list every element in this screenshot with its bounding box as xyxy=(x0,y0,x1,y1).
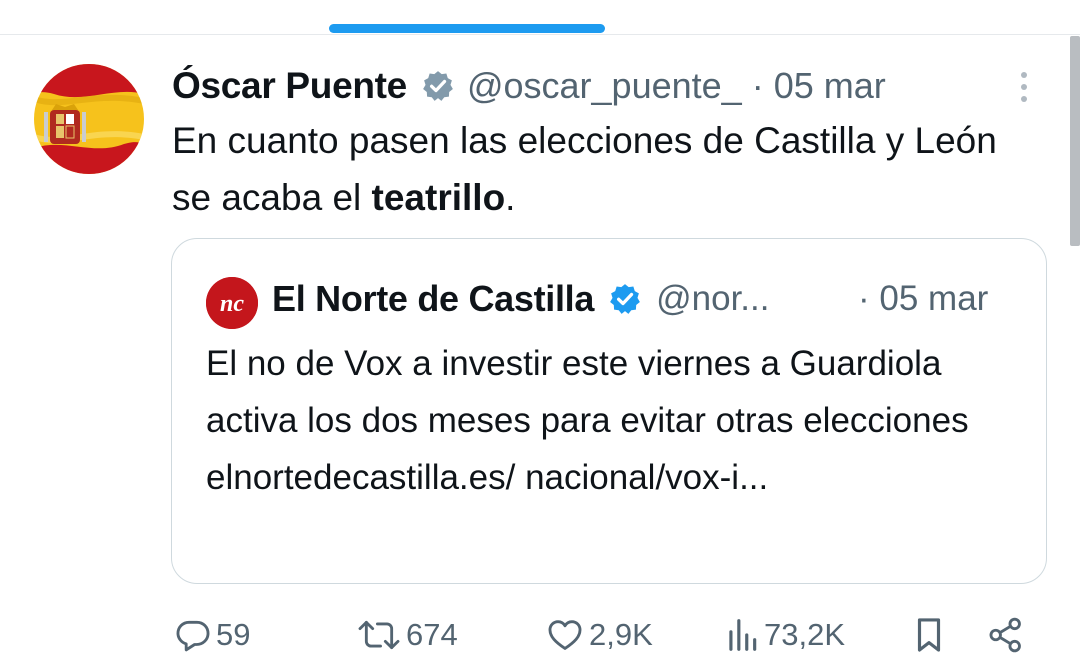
bookmark-icon xyxy=(912,616,946,654)
like-count: 2,9K xyxy=(589,617,653,652)
top-tab-indicator xyxy=(329,24,605,33)
more-icon[interactable] xyxy=(1016,70,1032,106)
tweet-text: En cuanto pasen las elecciones de Castil… xyxy=(172,112,1032,226)
retweet-icon xyxy=(356,616,402,654)
retweet-button[interactable]: 674 xyxy=(356,610,458,660)
quote-author-name[interactable]: El Norte de Castilla xyxy=(272,278,594,320)
verified-icon xyxy=(421,69,455,103)
verified-icon xyxy=(608,282,642,316)
like-button[interactable]: 2,9K xyxy=(545,610,653,660)
avatar[interactable] xyxy=(34,64,144,174)
quote-date[interactable]: · 05 mar xyxy=(858,273,988,325)
quote-author-handle[interactable]: @nor... xyxy=(656,279,769,319)
tweet-date[interactable]: 05 mar xyxy=(774,65,886,107)
views-button[interactable]: 73,2K xyxy=(724,610,845,660)
share-button[interactable] xyxy=(986,610,1026,660)
quote-header: El Norte de Castilla @nor... xyxy=(272,273,769,325)
retweet-count: 674 xyxy=(406,617,458,652)
separator-dot: · xyxy=(751,65,764,106)
tweet-text-bold: teatrillo xyxy=(371,177,506,218)
reply-count: 59 xyxy=(216,617,251,652)
quoted-tweet-card[interactable]: nc El Norte de Castilla @nor... · 05 mar… xyxy=(171,238,1047,584)
reply-icon xyxy=(174,616,212,654)
top-divider xyxy=(0,34,1080,35)
author-handle[interactable]: @oscar_puente_ xyxy=(467,65,742,107)
scrollbar[interactable] xyxy=(1070,36,1080,246)
tweet-text-main: En cuanto pasen las elecciones de Castil… xyxy=(172,120,997,218)
action-bar: 59 674 2,9K 73,2K xyxy=(0,610,1080,660)
tweet-text-end: . xyxy=(505,177,516,218)
author-name[interactable]: Óscar Puente xyxy=(172,65,407,107)
reply-button[interactable]: 59 xyxy=(174,610,250,660)
bookmark-button[interactable] xyxy=(912,610,946,660)
quote-avatar-text: nc xyxy=(220,291,244,317)
tweet-header: Óscar Puente @oscar_puente_ · 05 mar xyxy=(172,60,886,112)
share-icon xyxy=(986,616,1026,654)
views-count: 73,2K xyxy=(764,617,846,652)
like-icon xyxy=(545,616,585,654)
quote-text: El no de Vox a investir este viernes a G… xyxy=(206,344,969,497)
views-icon xyxy=(724,616,760,654)
quote-avatar[interactable]: nc xyxy=(206,277,258,329)
